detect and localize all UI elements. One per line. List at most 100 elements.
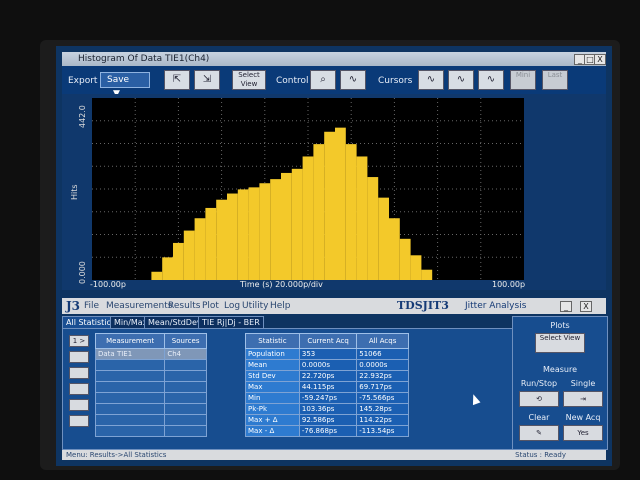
last-button[interactable]: Last bbox=[542, 70, 568, 90]
stat-current: 44.115ps bbox=[298, 381, 358, 393]
table-row[interactable] bbox=[94, 403, 207, 415]
runner-icon: ⇥ bbox=[580, 395, 586, 403]
meas-cell bbox=[94, 414, 166, 426]
cursor-horizontal-button[interactable]: ∿ bbox=[448, 70, 474, 90]
meas-select-button-4[interactable] bbox=[69, 383, 89, 395]
menu-help[interactable]: Help bbox=[270, 298, 291, 314]
import-button[interactable]: ⇱ bbox=[164, 70, 190, 90]
stat-header-statistic: Statistic bbox=[245, 333, 300, 349]
histogram-bar bbox=[356, 156, 368, 280]
table-row: Mean 0.0000s 0.0000s bbox=[245, 359, 409, 371]
stat-all: -75.566ps bbox=[356, 392, 409, 404]
stat-current: 353 bbox=[298, 348, 358, 360]
run-loop-icon: ⟲ bbox=[536, 395, 542, 403]
meas-cell bbox=[94, 403, 166, 415]
histogram-bar bbox=[270, 179, 281, 280]
control-label: Control bbox=[276, 76, 309, 86]
source-cell bbox=[164, 392, 207, 404]
meas-select-button-5[interactable] bbox=[69, 399, 89, 411]
table-row[interactable] bbox=[94, 425, 207, 437]
table-row[interactable] bbox=[94, 392, 207, 404]
table-row: Pk-Pk 103.36ps 145.28ps bbox=[245, 403, 409, 415]
table-row: Max 44.115ps 69.717ps bbox=[245, 381, 409, 393]
single-button[interactable]: ⇥ bbox=[563, 391, 603, 407]
menu-plot[interactable]: Plot bbox=[202, 298, 219, 314]
run-stop-label: Run/Stop bbox=[520, 379, 558, 388]
histogram-bar bbox=[281, 172, 292, 280]
table-row[interactable]: Data TIE1 Ch4 bbox=[94, 348, 207, 360]
cursors-label: Cursors bbox=[378, 76, 413, 86]
meas-cell bbox=[94, 425, 166, 437]
meas-select-button-3[interactable] bbox=[69, 367, 89, 379]
menu-measurements[interactable]: Measurements bbox=[106, 298, 172, 314]
histogram-bar bbox=[173, 242, 184, 280]
window-title: Histogram Of Data TIE1(Ch4) bbox=[78, 54, 210, 64]
stat-name: Max bbox=[245, 381, 300, 393]
menu-utility[interactable]: Utility bbox=[242, 298, 268, 314]
status-bar: Menu: Results->All Statistics Status : R… bbox=[62, 450, 606, 460]
menu-log[interactable]: Log bbox=[224, 298, 240, 314]
cursor-both-button[interactable]: ∿ bbox=[478, 70, 504, 90]
table-row[interactable] bbox=[94, 381, 207, 393]
histogram-bar bbox=[205, 207, 217, 280]
source-cell bbox=[164, 414, 207, 426]
table-row[interactable] bbox=[94, 414, 207, 426]
run-stop-button[interactable]: ⟲ bbox=[519, 391, 559, 407]
pan-button[interactable]: ∿ bbox=[340, 70, 366, 90]
y-max-label: 442.0 bbox=[78, 105, 87, 128]
save-dropdown[interactable]: Save ▼ bbox=[100, 72, 150, 99]
meas-select-button-6[interactable] bbox=[69, 415, 89, 427]
app-minimize-button[interactable]: _ bbox=[560, 301, 572, 312]
cursor-vertical-button[interactable]: ∿ bbox=[418, 70, 444, 90]
clear-button[interactable]: ✎ bbox=[519, 425, 559, 441]
mini-button[interactable]: Mini bbox=[510, 70, 536, 90]
histogram-bar bbox=[302, 156, 314, 280]
jitter-app-menubar: J3 File Measurements Results Plot Log Ut… bbox=[62, 298, 606, 314]
select-view-label: Select View bbox=[539, 334, 581, 342]
statistics-panel: 1 > Measurement Sources Data TIE1 Ch4 Sta… bbox=[62, 328, 514, 450]
menu-file[interactable]: File bbox=[84, 298, 99, 314]
meas-cell bbox=[94, 359, 166, 371]
meas-cell bbox=[94, 392, 166, 404]
control-side-panel: Plots Select View Measure Run/Stop Singl… bbox=[512, 316, 608, 450]
app-close-button[interactable]: X bbox=[580, 301, 592, 312]
zoom-button[interactable]: ⌕ bbox=[310, 70, 336, 90]
stat-current: 0.0000s bbox=[298, 359, 358, 371]
menu-path-status: Menu: Results->All Statistics bbox=[66, 451, 167, 459]
close-button[interactable]: X bbox=[594, 54, 606, 65]
y-axis-label: Hits bbox=[70, 184, 79, 200]
histogram-bar bbox=[324, 131, 335, 280]
new-acq-yes-button[interactable]: Yes bbox=[563, 425, 603, 441]
table-row[interactable] bbox=[94, 359, 207, 371]
ready-status: Status : Ready bbox=[515, 451, 566, 459]
table-row[interactable] bbox=[94, 370, 207, 382]
histogram-bar bbox=[378, 197, 389, 280]
stat-current: 92.586ps bbox=[298, 414, 358, 426]
histogram-bar bbox=[151, 271, 163, 280]
meas-select-button-2[interactable] bbox=[69, 351, 89, 363]
meas-select-button-1[interactable]: 1 > bbox=[69, 335, 89, 347]
source-cell bbox=[164, 403, 207, 415]
histogram-bar bbox=[183, 230, 195, 280]
histogram-window-titlebar[interactable]: Histogram Of Data TIE1(Ch4) _ □ X bbox=[62, 52, 606, 66]
eraser-icon: ✎ bbox=[536, 429, 542, 437]
histogram-bar bbox=[291, 168, 303, 280]
magnifier-icon: ⌕ bbox=[320, 74, 326, 85]
plots-select-view-button[interactable]: Select View bbox=[535, 333, 585, 353]
oscilloscope-screen: Histogram Of Data TIE1(Ch4) _ □ X Export… bbox=[56, 46, 612, 466]
histogram-bar bbox=[227, 193, 238, 280]
stat-all: 0.0000s bbox=[356, 359, 409, 371]
stat-name: Population bbox=[245, 348, 300, 360]
export-file-button[interactable]: ⇲ bbox=[194, 70, 220, 90]
menu-results[interactable]: Results bbox=[168, 298, 201, 314]
meas-cell: Data TIE1 bbox=[94, 348, 166, 360]
select-view-button[interactable]: Select View bbox=[232, 70, 266, 90]
single-label: Single bbox=[570, 379, 596, 388]
statistics-table: Statistic Current Acq All Acqs Populatio… bbox=[245, 333, 409, 437]
x-min-label: -100.00p bbox=[90, 280, 126, 289]
export-icon: ⇲ bbox=[202, 74, 212, 85]
stat-all: -113.54ps bbox=[356, 425, 409, 437]
histogram-plot-frame: Hits 442.0 0.000 -100.00p Time (s) 20.00… bbox=[62, 94, 606, 290]
clear-label: Clear bbox=[528, 413, 550, 422]
cursor-wave-icon: ∿ bbox=[426, 74, 436, 85]
